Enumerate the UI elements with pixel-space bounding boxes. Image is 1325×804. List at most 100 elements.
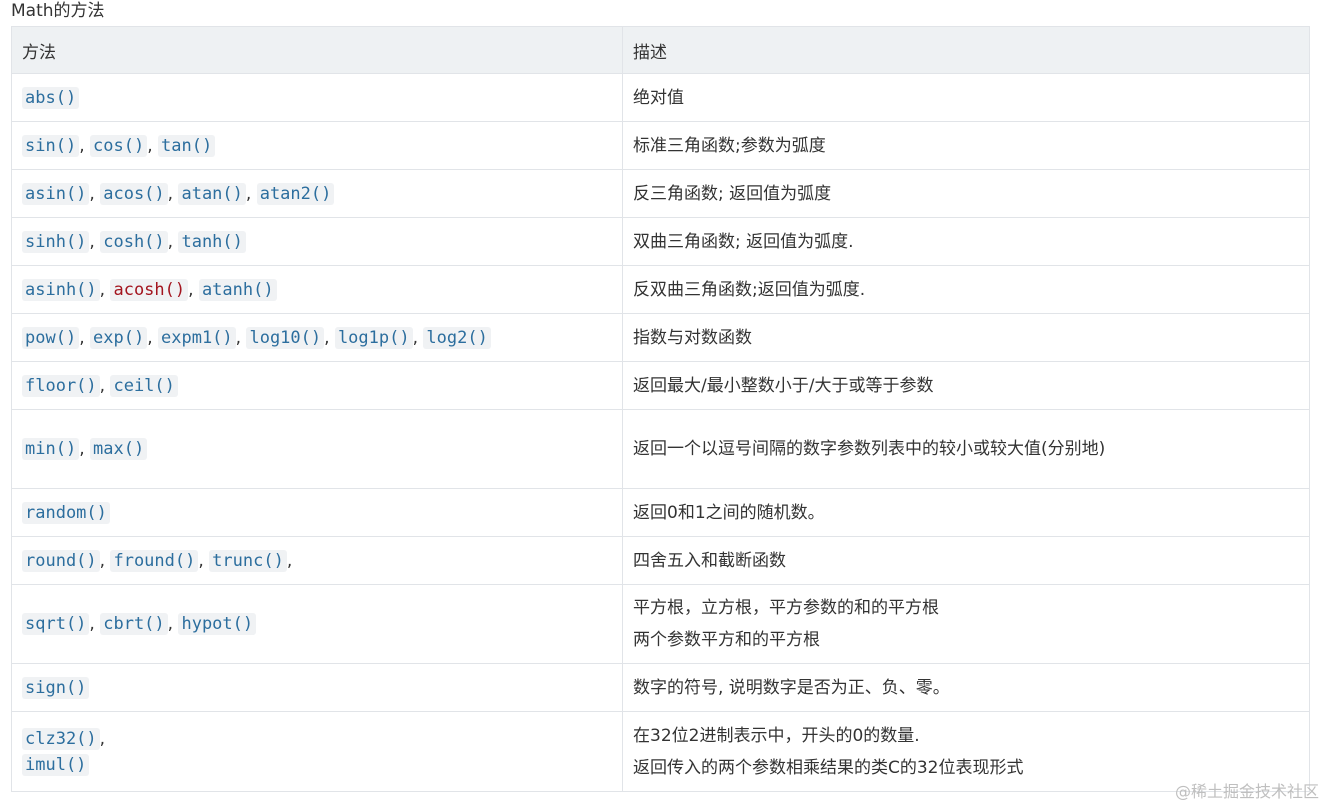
table-header-row: 方法 描述 [11,26,1310,74]
method-code: cosh() [100,230,168,253]
method-code: log2() [423,326,491,349]
method-separator: , [198,550,210,571]
method-separator: , [89,183,101,204]
method-separator: , [412,327,424,348]
method-code: trunc() [209,549,287,572]
method-separator: , [324,327,335,348]
table-row: sign() 数字的符号, 说明数字是否为正、负、零。 [11,663,1310,712]
method-separator: , [235,327,247,348]
method-cell: pow(), exp(), expm1(), log10(), log1p(),… [11,313,623,362]
method-code: tan() [158,134,216,157]
description-cell: 绝对值 [622,73,1310,122]
method-separator: , [147,327,158,348]
method-cell: round(), fround(), trunc(), [11,536,623,585]
method-code: pow() [22,326,80,349]
method-code: tanh() [178,230,246,253]
description-text: 在32位2进制表示中，开头的0的数量. [633,725,920,746]
description-text: 返回一个以逗号间隔的数字参数列表中的较小或较大值(分别地) [633,439,1106,459]
method-code: sin() [22,134,80,157]
method-code: hypot() [178,613,257,635]
description-cell: 返回一个以逗号间隔的数字参数列表中的较小或较大值(分别地) [622,409,1310,489]
description-cell: 标准三角函数;参数为弧度 [622,121,1310,170]
description-text: 两个参数平方和的平方根 [633,630,820,650]
method-separator: , [188,279,199,300]
method-separator: , [167,231,179,252]
method-separator: , [147,135,158,156]
method-code: random() [22,501,110,524]
table-caption: Math的方法 [11,1,105,21]
method-separator: , [167,183,179,204]
method-code: sqrt() [22,613,90,635]
method-code: atan2() [256,182,335,205]
method-separator: , [99,550,111,571]
method-cell: asinh(), acosh(), atanh() [11,265,623,314]
description-cell: 四舍五入和截断函数 [622,536,1310,585]
description-text: 反双曲三角函数;返回值为弧度. [633,279,866,300]
method-code: expm1() [158,326,236,349]
description-text: 反三角函数; 返回值为弧度 [633,183,832,204]
method-cell: sqrt(), cbrt(), hypot() [11,584,623,664]
description-cell: 反三角函数; 返回值为弧度 [622,169,1310,218]
method-code: acos() [100,182,168,205]
math-methods-table-wrapper: 方法 描述 abs() 绝对值 sin(), cos(), tan() 标准三角函数;… [11,26,1310,792]
description-text: 数字的符号, 说明数字是否为正、负、零。 [633,677,950,698]
method-separator: , [89,614,101,634]
method-code: cos() [90,134,148,157]
method-code: asinh() [22,278,100,301]
method-cell: abs() [11,73,623,122]
table-body: abs() 绝对值 sin(), cos(), tan() 标准三角函数;参数为弧度 a… [11,73,1310,792]
method-code: sign() [22,676,90,699]
description-text: 绝对值 [633,87,684,108]
description-text: 返回最大/最小整数小于/大于或等于参数 [633,375,934,396]
method-code: acosh() [110,278,189,301]
method-code: atanh() [198,278,277,301]
description-text: 标准三角函数;参数为弧度 [633,135,826,156]
method-code: atan() [178,182,246,205]
description-cell: 指数与对数函数 [622,313,1310,362]
description-cell: 返回0和1之间的随机数。 [622,488,1310,537]
method-code: min() [22,438,80,460]
description-text: 双曲三角函数; 返回值为弧度. [633,231,854,252]
method-code: sinh() [22,230,90,253]
method-separator: , [99,375,111,396]
description-cell: 平方根，立方根，平方参数的和的平方根 两个参数平方和的平方根 [622,584,1310,664]
method-separator: , [167,614,179,634]
method-cell: floor(), ceil() [11,361,623,410]
method-separator: , [79,327,90,348]
method-cell: sinh(), cosh(), tanh() [11,217,623,266]
table-row: min(), max() 返回一个以逗号间隔的数字参数列表中的较小或较大值(分别地… [11,409,1310,489]
method-code: fround() [110,549,199,572]
table-row: pow(), exp(), expm1(), log10(), log1p(),… [11,313,1310,362]
table-row: sqrt(), cbrt(), hypot() 平方根，立方根，平方参数的和的平方… [11,584,1310,664]
table-row: asinh(), acosh(), atanh() 反双曲三角函数;返回值为弧度. [11,265,1310,314]
method-separator: , [245,183,257,204]
method-separator: , [99,279,111,300]
description-text: 指数与对数函数 [633,327,752,348]
method-code: ceil() [110,374,178,397]
description-text: 平方根，立方根，平方参数的和的平方根 [633,598,939,618]
method-cell: clz32(), imul() [11,711,623,792]
watermark: @稀土掘金技术社区 [1174,782,1319,801]
table-row: floor(), ceil() 返回最大/最小整数小于/大于或等于参数 [11,361,1310,410]
method-code: round() [22,549,100,572]
method-code: exp() [90,326,148,349]
method-code: abs() [22,86,80,109]
description-cell: 返回最大/最小整数小于/大于或等于参数 [622,361,1310,410]
method-code: imul() [22,753,90,776]
description-text: 返回0和1之间的随机数。 [633,502,825,523]
method-code: max() [90,438,148,460]
method-cell: asin(), acos(), atan(), atan2() [11,169,623,218]
method-code: cbrt() [100,613,168,635]
method-code: floor() [22,374,100,397]
header-method: 方法 [11,26,623,74]
header-description: 描述 [622,26,1310,74]
method-cell: sign() [11,663,623,712]
description-cell: 双曲三角函数; 返回值为弧度. [622,217,1310,266]
method-cell: min(), max() [11,409,623,489]
method-separator: , [79,135,90,156]
math-methods-table: 方法 描述 abs() 绝对值 sin(), cos(), tan() 标准三角函数;… [11,26,1310,792]
method-trailing-comma: , [286,550,293,571]
description-cell: 反双曲三角函数;返回值为弧度. [622,265,1310,314]
method-separator: , [99,728,106,749]
table-row: abs() 绝对值 [11,73,1310,122]
